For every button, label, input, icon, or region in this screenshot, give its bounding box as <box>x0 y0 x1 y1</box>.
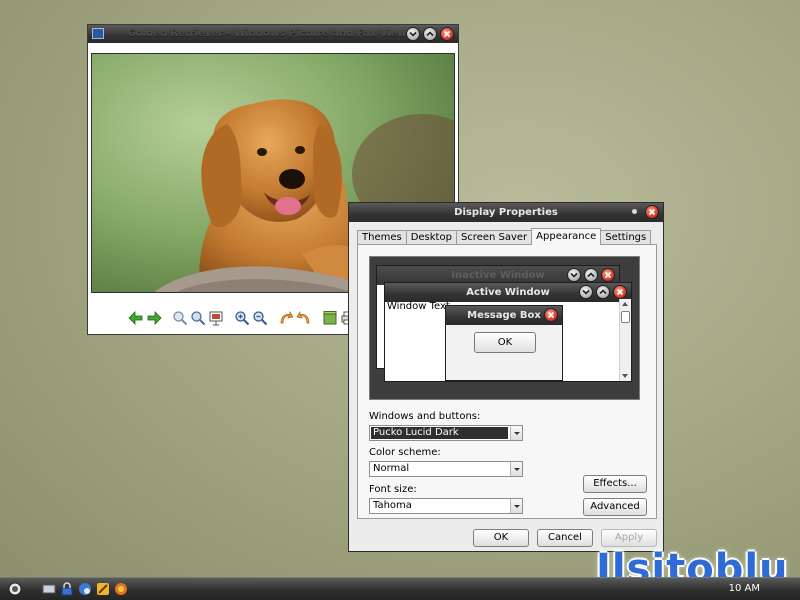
lock-icon[interactable] <box>60 582 74 596</box>
preview-minimize-icon <box>579 285 593 299</box>
tab-appearance[interactable]: Appearance <box>531 228 602 245</box>
tab-screen-saver[interactable]: Screen Saver <box>455 230 533 245</box>
color-scheme-select[interactable]: Normal <box>369 461 523 477</box>
color-scheme-value: Normal <box>373 463 410 474</box>
network-icon[interactable] <box>78 582 92 596</box>
dialog-title: Display Properties <box>454 207 558 218</box>
zoom-out-button[interactable] <box>252 310 268 326</box>
cancel-button[interactable]: Cancel <box>537 529 593 547</box>
close-icon <box>443 30 451 38</box>
rotate-counterclockwise-button[interactable] <box>296 310 312 326</box>
slideshow-button[interactable] <box>208 310 224 326</box>
delete-button[interactable] <box>322 310 338 326</box>
taskbar-clock[interactable]: 10 AM <box>729 583 760 594</box>
preview-ok-button: OK <box>474 332 536 353</box>
rotate-clockwise-button[interactable] <box>278 310 294 326</box>
windows-buttons-label: Windows and buttons: <box>369 411 481 422</box>
effects-button[interactable]: Effects... <box>583 475 647 493</box>
chevron-down-icon[interactable] <box>510 499 522 513</box>
ok-button[interactable]: OK <box>473 529 529 547</box>
preview-minimize-icon <box>567 268 581 282</box>
dialog-titlebar[interactable]: Display Properties <box>349 203 663 222</box>
dialog-tabs: Themes Desktop Screen Saver Appearance S… <box>357 228 652 245</box>
previous-image-button[interactable] <box>128 310 144 326</box>
preview-maximize-icon <box>596 285 610 299</box>
windows-buttons-value: Pucko Lucid Dark <box>371 427 508 439</box>
preview-window-text: Window Text <box>387 301 450 312</box>
best-fit-button[interactable] <box>172 310 188 326</box>
dialog-close-button[interactable] <box>645 205 659 219</box>
preview-message-box-title: Message Box <box>467 310 541 321</box>
tab-settings[interactable]: Settings <box>600 230 652 245</box>
appearance-preview: Inactive Window Active Window Window Tex… <box>369 256 640 400</box>
media-icon[interactable] <box>96 582 110 596</box>
color-scheme-label: Color scheme: <box>369 447 441 458</box>
maximize-button[interactable] <box>423 27 437 41</box>
actual-size-button[interactable] <box>190 310 206 326</box>
preview-maximize-icon <box>584 268 598 282</box>
preview-active-title: Active Window <box>466 287 550 298</box>
help-button[interactable] <box>628 205 642 219</box>
scroll-up-icon <box>622 302 628 306</box>
chevron-down-icon[interactable] <box>510 426 522 440</box>
font-size-value: Tahoma <box>373 500 412 511</box>
tab-desktop[interactable]: Desktop <box>405 230 457 245</box>
viewer-title: Golden Retriever - Windows Picture and F… <box>127 28 419 39</box>
preview-message-box: Message Box OK <box>445 305 563 381</box>
preview-close-icon <box>544 308 558 322</box>
font-size-select[interactable]: Tahoma <box>369 498 523 514</box>
viewer-app-icon <box>92 28 104 39</box>
display-properties-dialog: Display Properties Themes Desktop Screen… <box>348 202 664 552</box>
chevron-down-icon <box>409 31 417 37</box>
firefox-icon[interactable] <box>114 582 128 596</box>
scroll-down-icon <box>622 374 628 378</box>
taskbar: 10 AM <box>0 577 800 600</box>
close-button[interactable] <box>440 27 454 41</box>
zoom-in-button[interactable] <box>234 310 250 326</box>
preview-scrollbar <box>619 299 631 381</box>
start-orb-icon[interactable] <box>8 582 22 596</box>
close-icon <box>648 208 656 216</box>
appearance-panel: Inactive Window Active Window Window Tex… <box>357 244 657 519</box>
show-desktop-icon[interactable] <box>42 582 56 596</box>
viewer-titlebar[interactable]: Golden Retriever - Windows Picture and F… <box>88 25 458 43</box>
minimize-button[interactable] <box>406 27 420 41</box>
tab-themes[interactable]: Themes <box>357 230 407 245</box>
advanced-button[interactable]: Advanced <box>583 498 647 516</box>
apply-button[interactable]: Apply <box>601 529 657 547</box>
font-size-label: Font size: <box>369 484 417 495</box>
chevron-down-icon[interactable] <box>510 462 522 476</box>
preview-close-icon <box>601 268 615 282</box>
preview-close-icon <box>613 285 627 299</box>
chevron-up-icon <box>426 31 434 37</box>
windows-buttons-select[interactable]: Pucko Lucid Dark <box>369 425 523 441</box>
next-image-button[interactable] <box>146 310 162 326</box>
